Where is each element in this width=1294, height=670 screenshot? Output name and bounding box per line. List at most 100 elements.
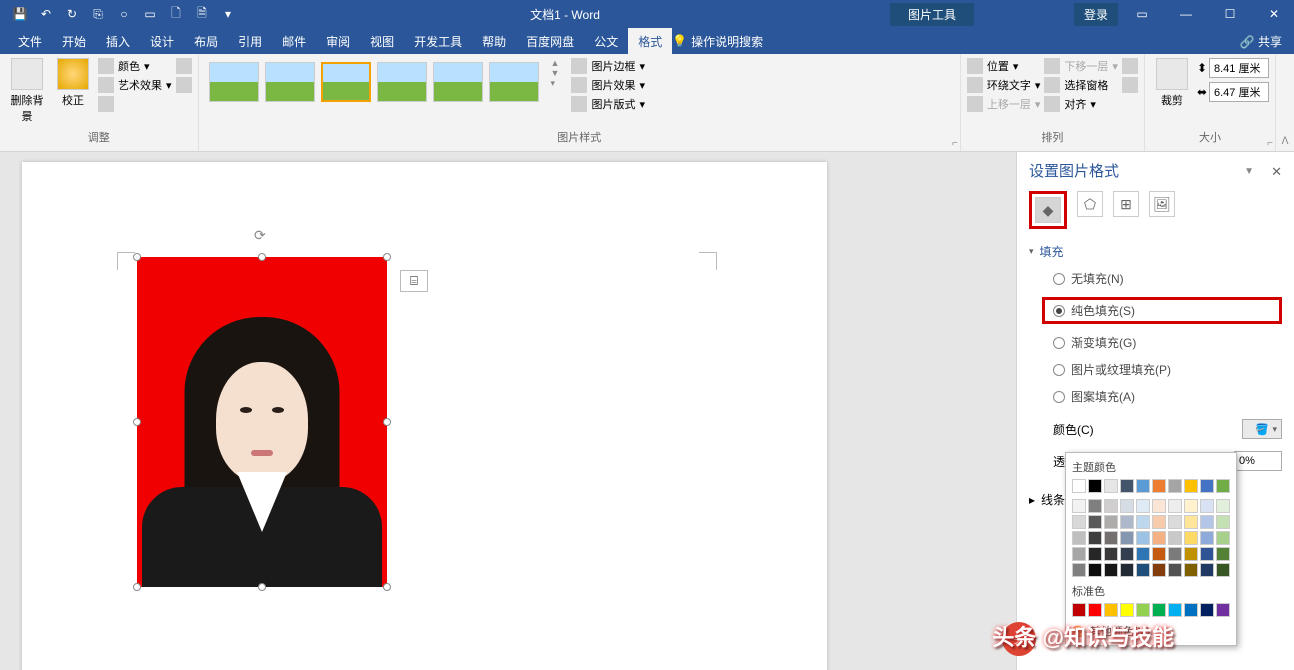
resize-handle[interactable]	[383, 583, 391, 591]
rotate-button[interactable]	[1122, 77, 1138, 93]
resize-handle[interactable]	[258, 253, 266, 261]
style-thumb[interactable]	[377, 62, 427, 102]
tab-view[interactable]: 视图	[360, 28, 404, 54]
color-swatch[interactable]	[1120, 479, 1134, 493]
color-swatch[interactable]	[1136, 531, 1150, 545]
color-swatch[interactable]	[1184, 515, 1198, 529]
collapse-ribbon-icon[interactable]: ᐱ	[1276, 54, 1294, 151]
layout-props-tab-icon[interactable]: ⊞	[1113, 191, 1139, 217]
redo-icon[interactable]: ↻	[60, 2, 84, 26]
qat-icon-1[interactable]: ⎘	[86, 2, 110, 26]
login-button[interactable]: 登录	[1074, 3, 1118, 26]
style-thumb[interactable]	[489, 62, 539, 102]
color-swatch[interactable]	[1088, 531, 1102, 545]
color-swatch[interactable]	[1072, 531, 1086, 545]
align-button[interactable]: 对齐 ▾	[1044, 96, 1118, 112]
resize-handle[interactable]	[133, 418, 141, 426]
color-swatch[interactable]	[1104, 547, 1118, 561]
corrections-button[interactable]: 校正	[52, 58, 94, 108]
gradient-fill-radio[interactable]: 渐变填充(G)	[1053, 334, 1282, 351]
color-swatch[interactable]	[1120, 515, 1134, 529]
wrap-text-button[interactable]: 环绕文字 ▾	[967, 77, 1041, 93]
close-icon[interactable]: ✕	[1254, 0, 1294, 28]
picture-tab-icon[interactable]: 🖼	[1149, 191, 1175, 217]
pane-close-icon[interactable]: ✕	[1271, 164, 1282, 180]
color-swatch[interactable]	[1184, 563, 1198, 577]
qat-icon-4[interactable]: 🗋	[164, 2, 188, 26]
color-swatch[interactable]	[1184, 547, 1198, 561]
selection-pane-button[interactable]: 选择窗格	[1044, 77, 1118, 93]
color-swatch[interactable]	[1216, 563, 1230, 577]
undo-icon[interactable]: ↶	[34, 2, 58, 26]
color-swatch[interactable]	[1200, 603, 1214, 617]
height-input[interactable]	[1209, 58, 1269, 78]
document-area[interactable]: ⟳ ⌸	[0, 152, 1016, 670]
picture-border-button[interactable]: 图片边框 ▾	[571, 58, 645, 74]
color-swatch[interactable]	[1168, 531, 1182, 545]
picture-effects-button[interactable]: 图片效果 ▾	[571, 77, 645, 93]
color-swatch[interactable]	[1152, 603, 1166, 617]
color-swatch[interactable]	[1168, 603, 1182, 617]
send-backward-button[interactable]: 下移一层 ▾	[1044, 58, 1118, 74]
color-swatch[interactable]	[1216, 479, 1230, 493]
color-swatch[interactable]	[1072, 547, 1086, 561]
layout-options-badge[interactable]: ⌸	[400, 270, 428, 292]
color-swatch[interactable]	[1088, 563, 1102, 577]
color-swatch[interactable]	[1152, 479, 1166, 493]
qat-more-icon[interactable]: ▾	[216, 2, 240, 26]
color-swatch[interactable]	[1104, 499, 1118, 513]
solid-fill-radio[interactable]: 纯色填充(S)	[1053, 302, 1135, 319]
fill-color-button[interactable]: 🪣	[1242, 419, 1282, 439]
style-thumb-selected[interactable]	[321, 62, 371, 102]
style-thumb[interactable]	[433, 62, 483, 102]
color-swatch[interactable]	[1072, 499, 1086, 513]
share-button[interactable]: 🔗 共享	[1240, 33, 1282, 50]
color-swatch[interactable]	[1216, 515, 1230, 529]
minimize-icon[interactable]: —	[1166, 0, 1206, 28]
color-swatch[interactable]	[1152, 515, 1166, 529]
color-swatch[interactable]	[1104, 479, 1118, 493]
style-thumb[interactable]	[209, 62, 259, 102]
color-swatch[interactable]	[1136, 479, 1150, 493]
color-swatch[interactable]	[1136, 499, 1150, 513]
tab-help[interactable]: 帮助	[472, 28, 516, 54]
color-swatch[interactable]	[1120, 603, 1134, 617]
bring-forward-button[interactable]: 上移一层 ▾	[967, 96, 1041, 112]
color-swatch[interactable]	[1104, 515, 1118, 529]
transparency-input[interactable]	[1234, 451, 1282, 471]
reset-pic-button[interactable]	[176, 77, 192, 93]
color-swatch[interactable]	[1104, 531, 1118, 545]
qat-icon-5[interactable]: 🗎	[190, 2, 214, 26]
color-swatch[interactable]	[1184, 531, 1198, 545]
resize-handle[interactable]	[133, 583, 141, 591]
color-swatch[interactable]	[1136, 515, 1150, 529]
color-swatch[interactable]	[1168, 515, 1182, 529]
color-swatch[interactable]	[1200, 547, 1214, 561]
tab-layout[interactable]: 布局	[184, 28, 228, 54]
picture-styles-gallery[interactable]	[205, 58, 543, 106]
group-button[interactable]	[1122, 58, 1138, 74]
color-swatch[interactable]	[1120, 563, 1134, 577]
color-swatch[interactable]	[1216, 603, 1230, 617]
tab-insert[interactable]: 插入	[96, 28, 140, 54]
remove-background-button[interactable]: 删除背景	[6, 58, 48, 124]
styles-dialog-icon[interactable]: ⌐	[952, 138, 958, 149]
color-swatch[interactable]	[1216, 499, 1230, 513]
size-dialog-icon[interactable]: ⌐	[1267, 138, 1273, 149]
pattern-fill-radio[interactable]: 图案填充(A)	[1053, 388, 1282, 405]
color-swatch[interactable]	[1088, 603, 1102, 617]
color-swatch[interactable]	[1120, 547, 1134, 561]
color-swatch[interactable]	[1152, 563, 1166, 577]
color-swatch[interactable]	[1072, 603, 1086, 617]
color-swatch[interactable]	[1152, 547, 1166, 561]
color-swatch[interactable]	[1136, 547, 1150, 561]
rotate-handle-icon[interactable]: ⟳	[254, 227, 266, 244]
save-icon[interactable]: 💾	[8, 2, 32, 26]
more-colors-button[interactable]: 🎨 其他颜色(M)...	[1072, 623, 1230, 639]
width-input[interactable]	[1209, 82, 1269, 102]
color-swatch[interactable]	[1168, 479, 1182, 493]
tab-home[interactable]: 开始	[52, 28, 96, 54]
color-swatch[interactable]	[1088, 479, 1102, 493]
tab-gongwen[interactable]: 公文	[584, 28, 628, 54]
color-swatch[interactable]	[1088, 499, 1102, 513]
